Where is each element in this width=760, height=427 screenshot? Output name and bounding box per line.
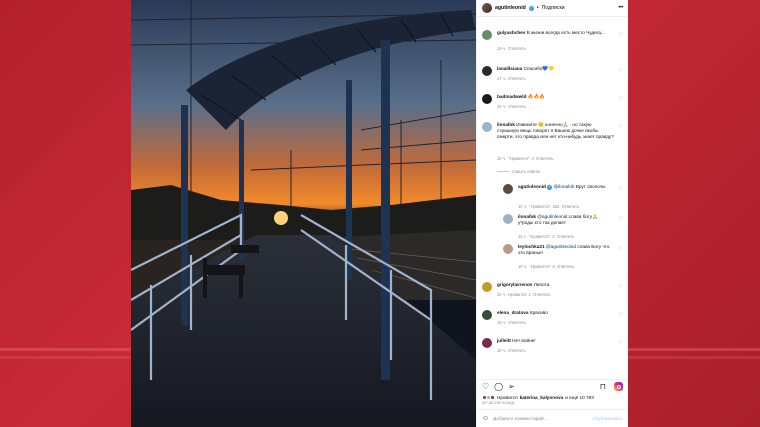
comment-mention[interactable]: @agutinleonid	[546, 244, 576, 249]
likes-user[interactable]: katerina_kalyonova	[520, 395, 564, 400]
comment-username[interactable]: agutinleonid	[518, 184, 546, 189]
comment-time: 10 ч.	[518, 204, 527, 209]
post-actions-bar: ♡ ◯ ➢ ⊓	[477, 379, 628, 393]
comment-likes-count[interactable]: "Нравится": 4	[508, 156, 534, 161]
hide-replies-button[interactable]: Скрыть ответы	[497, 169, 540, 174]
verified-icon: ✓	[547, 185, 553, 190]
commenter-avatar[interactable]	[482, 94, 492, 104]
save-icon[interactable]: ⊓	[600, 382, 606, 391]
verified-icon: ✓	[528, 5, 534, 11]
train-platform-sunset-image	[131, 0, 476, 427]
comments-sidebar: agutinleonid ✓ • Подписки ••• gulyashche…	[476, 0, 628, 427]
comment-username[interactable]: leylochka21	[518, 244, 545, 249]
commenter-avatar[interactable]	[503, 184, 513, 194]
commenter-avatar[interactable]	[482, 30, 492, 40]
comment-text: Липота.	[533, 282, 551, 287]
comment-username[interactable]: gulyashchev	[497, 30, 525, 35]
likes-summary: Нравится katerina_kalyonova и ещё 10 783	[482, 395, 623, 400]
post-photo	[131, 0, 476, 427]
commenter-avatar[interactable]	[482, 122, 492, 132]
share-icon[interactable]: ➢	[508, 382, 515, 391]
comment-username[interactable]: grigorylavrenov	[497, 282, 532, 287]
comment-username[interactable]: ilonafok	[518, 214, 536, 219]
comment-like-icon[interactable]: ♡	[619, 68, 623, 74]
comment-username[interactable]: ilonafok	[497, 122, 515, 127]
comment-username[interactable]: badmadwwld	[497, 94, 526, 99]
commenter-avatar[interactable]	[482, 310, 492, 320]
comment-time: 11 ч.	[518, 234, 527, 239]
liker-avatar	[490, 395, 495, 400]
comment-likes-count[interactable]: "Нравится": 352	[529, 204, 559, 209]
reply-button[interactable]: Ответить	[557, 264, 575, 269]
comment-time: 10 ч.	[518, 264, 527, 269]
commenter-avatar[interactable]	[482, 338, 492, 348]
comment-like-icon[interactable]: ♡	[619, 246, 623, 252]
comment-mention[interactable]: @agutinleonid	[537, 214, 567, 219]
emoji-icon[interactable]: ☺	[482, 415, 489, 422]
comment-like-icon[interactable]: ♡	[619, 284, 623, 290]
instagram-logo-icon	[614, 382, 623, 391]
comment-likes-count[interactable]: Нравится: 1	[508, 292, 531, 297]
reply-button[interactable]: Ответить	[508, 320, 526, 325]
comment-like-icon[interactable]: ♡	[619, 340, 623, 346]
comments-list: gulyashchev В жизни всегда есть место Чу…	[477, 18, 628, 377]
comment-text: В жизни всегда есть место Чудесу...	[526, 30, 605, 35]
comment-username[interactable]: julleitt	[497, 338, 511, 343]
comment-likes-count[interactable]: "Нравится": 9	[529, 264, 555, 269]
post-timestamp: 20 ЧАСОВ НАЗАД	[482, 401, 515, 405]
instagram-post-panel: agutinleonid ✓ • Подписки ••• gulyashche…	[131, 0, 628, 427]
comment-time: 19 ч.	[497, 46, 506, 51]
reply-button[interactable]: Ответить	[508, 104, 526, 109]
comment-time: 17 ч.	[497, 76, 506, 81]
hide-replies-label: Скрыть ответы	[512, 169, 541, 174]
author-username[interactable]: agutinleonid	[495, 5, 526, 11]
comment-time: 20 ч.	[497, 104, 506, 109]
comment-time: 19 ч.	[497, 320, 506, 325]
reply-button[interactable]: Ответить	[508, 348, 526, 353]
comment-text: Извините 😔 конечно🙏 , но такую страшную …	[497, 122, 614, 140]
comment-like-icon[interactable]: ♡	[619, 124, 623, 130]
comment-text: Врут сволочи.	[575, 184, 607, 189]
post-header: agutinleonid ✓ • Подписки •••	[477, 0, 628, 17]
reply-button[interactable]: Ответить	[562, 204, 580, 209]
author-avatar[interactable]	[482, 3, 492, 13]
reply-button[interactable]: Ответить	[557, 234, 575, 239]
comment-text: Красиво	[529, 310, 548, 315]
comment-time: 20 ч.	[497, 292, 506, 297]
comment-icon[interactable]: ◯	[494, 382, 503, 391]
reply-button[interactable]: Ответить	[508, 46, 526, 51]
commenter-avatar[interactable]	[503, 214, 513, 224]
reply-button[interactable]: Ответить	[536, 156, 554, 161]
comment-username[interactable]: lanalilsiana	[497, 66, 522, 71]
more-options-icon[interactable]: •••	[618, 5, 623, 11]
comment-text: Нет войне!	[512, 338, 536, 343]
commenter-avatar[interactable]	[503, 244, 513, 254]
comment-mention[interactable]: @ilonafok	[554, 184, 575, 189]
add-comment-bar: ☺ Опубликовать	[477, 409, 628, 427]
commenter-avatar[interactable]	[482, 66, 492, 76]
publish-button[interactable]: Опубликовать	[592, 416, 623, 421]
reply-button[interactable]: Ответить	[508, 76, 526, 81]
separator-dot: •	[536, 5, 539, 11]
commenter-avatar[interactable]	[482, 282, 492, 292]
comment-time: 19 ч.	[497, 156, 506, 161]
following-button[interactable]: Подписки	[542, 5, 565, 11]
comment-like-icon[interactable]: ♡	[619, 32, 623, 38]
comment-time: 18 ч.	[497, 348, 506, 353]
comment-input[interactable]	[493, 416, 582, 421]
comment-like-icon[interactable]: ♡	[619, 312, 623, 318]
comment-like-icon[interactable]: ♡	[619, 186, 623, 192]
like-icon[interactable]: ♡	[482, 382, 489, 391]
likes-prefix: Нравится	[497, 395, 518, 400]
comment-likes-count[interactable]: "Нравится": 3	[529, 234, 555, 239]
likes-count[interactable]: и ещё 10 783	[565, 395, 594, 400]
reply-button[interactable]: Ответить	[533, 292, 551, 297]
comment-like-icon[interactable]: ♡	[619, 216, 623, 222]
comment-text: 🔥🔥🔥	[527, 94, 546, 99]
comment-like-icon[interactable]: ♡	[619, 96, 623, 102]
comment-username[interactable]: elena_dratova	[497, 310, 529, 315]
comment-text: Спасибо💙💛	[523, 66, 555, 71]
